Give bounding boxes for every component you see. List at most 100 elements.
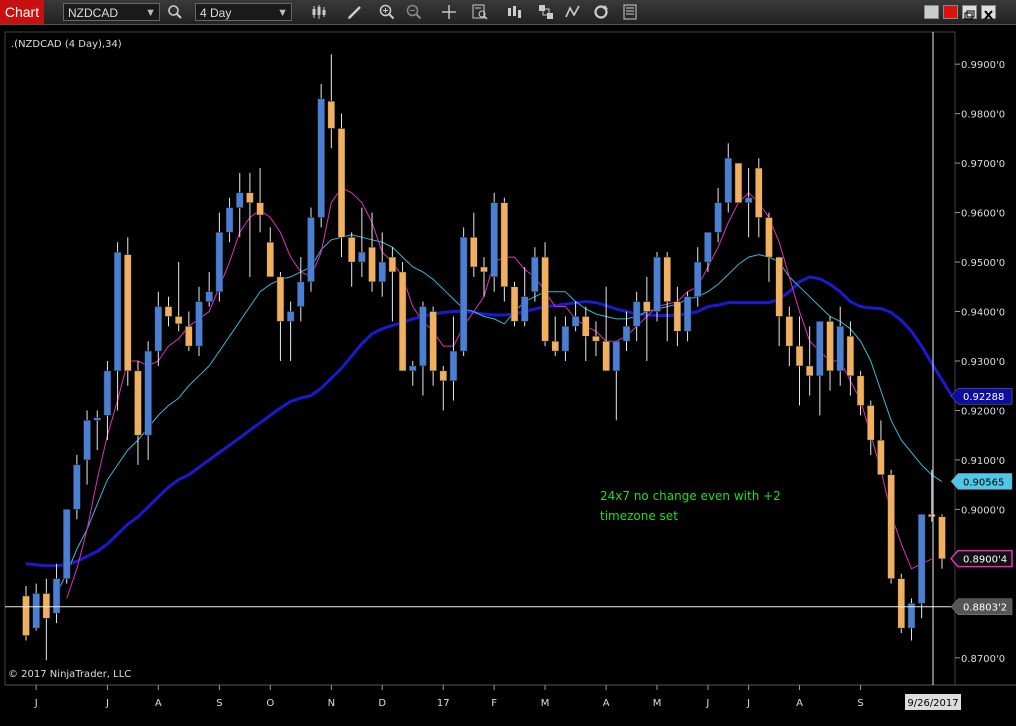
candle [307, 207, 315, 292]
candle-body [938, 516, 946, 560]
price-tick-label: 0.9700'0 [961, 159, 1005, 170]
candle-body [531, 256, 539, 292]
candle-body [307, 217, 315, 283]
chart-tab[interactable]: Chart [0, 0, 44, 24]
candle-body [246, 192, 254, 203]
candle [327, 54, 336, 149]
close-button[interactable] [981, 5, 996, 20]
candle-body [164, 306, 173, 317]
candle-body [103, 370, 112, 416]
candle-body [337, 128, 346, 238]
candle [347, 232, 356, 287]
candle [480, 257, 488, 297]
candle-body [174, 316, 183, 325]
candle [439, 365, 448, 411]
candle-body [398, 271, 407, 372]
candle [938, 514, 946, 569]
candle [531, 247, 539, 302]
instrument-value: NZDCAD [68, 6, 118, 20]
candle [755, 158, 763, 238]
candle [459, 227, 468, 357]
bar-type-icon[interactable] [507, 4, 523, 20]
price-axis[interactable]: 0.9900'0 0.9800'0 0.9700'0 0.9600'0 0.9500'0… [955, 60, 1005, 665]
candle-body [429, 311, 437, 372]
price-marker: 0.8803'2 [950, 598, 1013, 615]
candlestick-style-icon[interactable] [311, 4, 327, 20]
candle [297, 257, 305, 322]
candle [510, 281, 519, 327]
candle-body [256, 202, 264, 216]
price-tick-label: 0.9500'0 [961, 258, 1005, 269]
search-icon[interactable] [167, 4, 183, 20]
indicators-icon[interactable] [565, 4, 581, 20]
properties-icon[interactable] [622, 4, 638, 20]
chart-annotation-line2[interactable]: timezone set [600, 509, 678, 523]
candle [775, 256, 783, 347]
color-button[interactable] [943, 5, 958, 19]
price-chart[interactable]: 0.9900'0 0.9800'0 0.9700'0 0.9600'0 0.9500'0… [0, 24, 1016, 726]
time-tick-label: S [216, 698, 222, 709]
candle-body [347, 237, 356, 263]
price-tick-label: 0.9300'0 [961, 357, 1005, 368]
candle [286, 301, 295, 361]
candle-body [317, 98, 325, 218]
candle [551, 316, 559, 357]
candle [113, 242, 122, 411]
price-tick-label: 0.9600'0 [961, 209, 1005, 220]
time-tick-label: O [266, 698, 274, 709]
candle-body [643, 301, 651, 312]
candle-body [877, 439, 885, 476]
candle-body [520, 296, 529, 322]
candle [683, 291, 692, 342]
chart-annotation-line1[interactable]: 24x7 no change even with +2 [600, 489, 781, 503]
time-tick-label: J [34, 698, 38, 709]
candle [602, 286, 610, 372]
candle-body [683, 296, 692, 332]
candle-body [541, 256, 549, 342]
strategy-icon[interactable] [538, 4, 554, 20]
candle-body [846, 335, 855, 377]
minimize-button[interactable] [924, 5, 939, 19]
candle [917, 514, 926, 619]
candle-body [928, 514, 936, 518]
time-tick-label: J [105, 698, 109, 709]
cursor-date: 9/26/2017 [907, 698, 958, 709]
candle [663, 252, 671, 342]
candle-body [480, 266, 488, 273]
candle [429, 306, 437, 386]
candle-body [42, 593, 51, 619]
draw-pencil-icon[interactable] [347, 4, 363, 20]
candle-body [83, 420, 91, 461]
zoom-out-icon[interactable] [406, 4, 422, 20]
candle-body [22, 595, 30, 636]
candle-body [917, 514, 926, 604]
price-markers: 0.92288 0.90565 0.8900'4 0.8803'2 [950, 387, 1013, 615]
reload-icon[interactable] [593, 4, 609, 20]
candle-body [582, 316, 590, 337]
candle-body [500, 202, 509, 288]
crosshair-icon[interactable] [441, 4, 457, 20]
chevron-down-icon: ▼ [145, 7, 156, 19]
candle-body [632, 301, 641, 327]
candle-body [215, 232, 224, 292]
candle [795, 316, 804, 406]
time-axis[interactable]: J J A S O N D 17 F M A M J J A S [34, 685, 864, 709]
candle [174, 262, 183, 332]
zoom-in-icon[interactable] [379, 4, 395, 20]
candle-body [195, 301, 203, 347]
candle-body [449, 350, 458, 382]
restore-button[interactable] [962, 5, 977, 20]
candle [653, 252, 661, 322]
data-box-icon[interactable] [472, 4, 488, 20]
candle [826, 316, 834, 391]
candle-body [571, 316, 580, 327]
candle-body [185, 326, 193, 347]
candle [907, 598, 916, 641]
period-selector[interactable]: 4 Day ▼ [195, 3, 292, 21]
instrument-selector[interactable]: NZDCAD ▼ [63, 3, 160, 21]
candle-body [856, 375, 865, 406]
period-value: 4 Day [200, 6, 232, 20]
chart-toolbar: Chart NZDCAD ▼ 4 Day ▼ [0, 0, 1016, 25]
candle-body [653, 256, 661, 312]
copyright-text: © 2017 NinjaTrader, LLC [8, 669, 131, 680]
